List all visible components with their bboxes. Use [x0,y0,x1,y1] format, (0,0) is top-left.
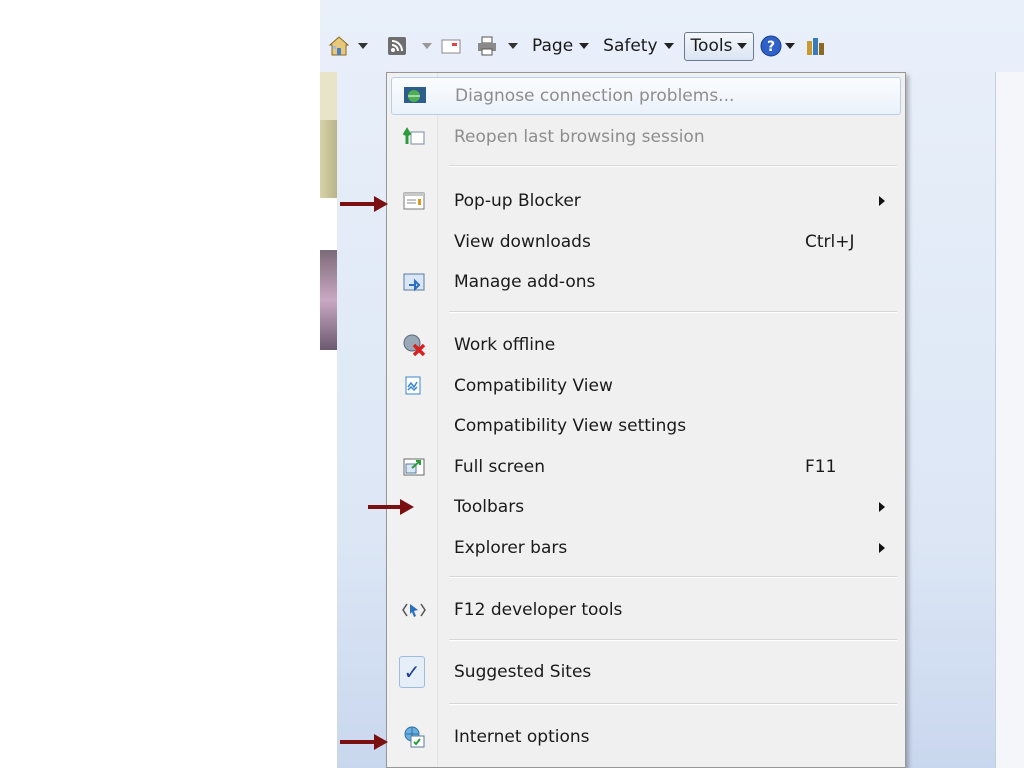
checkmark-icon: ✓ [399,656,425,688]
chevron-down-icon [579,43,590,49]
safety-menu-label: Safety [603,36,658,56]
menu-item-label: View downloads [454,232,591,252]
page-blank [320,198,337,250]
menu-item-shortcut: F11 [805,457,837,477]
reopen-icon [401,124,427,150]
command-bar: Page Safety Tools ? [320,20,1024,72]
menu-item-reopen-session[interactable]: Reopen last browsing session [391,118,899,156]
menu-item-work-offline[interactable]: Work offline [391,326,899,364]
annotation-arrow [368,499,414,515]
internet-options-icon [401,724,427,750]
menu-item-compatibility-settings[interactable]: Compatibility View settings [391,407,899,445]
annotation-arrow [340,196,388,212]
menu-separator [449,165,897,167]
diagnose-icon [402,83,428,109]
menu-item-popup-blocker[interactable]: Pop-up Blocker [391,182,899,220]
home-icon[interactable] [328,35,350,57]
tools-menu-button[interactable]: Tools [683,31,755,61]
menu-separator [449,703,897,705]
menu-item-developer-tools[interactable]: F12 developer tools [391,591,899,629]
popup-blocker-icon [401,188,427,214]
menu-separator [449,639,897,641]
page-menu-label: Page [532,36,574,56]
print-icon[interactable] [476,35,498,57]
menu-item-label: Diagnose connection problems... [455,86,735,106]
menu-item-label: Work offline [454,335,556,355]
menu-item-label: Compatibility View settings [454,416,687,436]
menu-separator [449,576,897,578]
menu-separator [449,311,897,313]
menu-item-label: Explorer bars [454,538,568,558]
page-image-fragment [320,120,337,198]
menu-item-full-screen[interactable]: Full screen F11 [391,448,899,486]
addons-icon [401,269,427,295]
menu-item-compatibility-view[interactable]: Compatibility View [391,367,899,405]
menu-item-suggested-sites[interactable]: ✓ Suggested Sites [391,653,899,691]
page-menu-button[interactable]: Page [532,36,590,56]
menu-item-shortcut: Ctrl+J [805,232,855,252]
fullscreen-icon [401,454,427,480]
feeds-icon[interactable] [386,35,408,57]
menu-item-diagnose-connection[interactable]: Diagnose connection problems... [391,77,901,115]
submenu-arrow-icon [879,502,885,512]
menu-item-manage-addons[interactable]: Manage add-ons [391,263,899,301]
print-dropdown-arrow[interactable] [508,43,518,49]
menu-item-view-downloads[interactable]: View downloads Ctrl+J [391,223,899,261]
scrollbar[interactable] [995,72,1024,768]
tools-menu-label: Tools [690,35,733,56]
developer-tools-icon [401,597,427,623]
page-image-fragment [320,250,337,350]
safety-menu-button[interactable]: Safety [603,36,674,56]
page-blank [320,350,337,768]
menu-item-label: Internet options [454,727,590,747]
feeds-dropdown-arrow[interactable] [422,43,432,49]
menu-item-toolbars[interactable]: Toolbars [391,488,899,526]
page-image-fragment [320,72,337,120]
submenu-arrow-icon [879,196,885,206]
menu-item-internet-options[interactable]: Internet options [391,718,899,756]
read-mail-icon[interactable] [440,35,462,57]
menu-item-label: Suggested Sites [454,662,592,682]
menu-item-label: Full screen [454,457,545,477]
help-dropdown-arrow[interactable] [785,43,796,49]
chevron-down-icon [737,42,748,49]
menu-item-explorer-bars[interactable]: Explorer bars [391,529,899,567]
menu-item-label: Reopen last browsing session [454,127,705,147]
help-icon[interactable]: ? [760,35,782,57]
menu-item-label: Compatibility View [454,376,613,396]
menu-item-label: Pop-up Blocker [454,191,581,211]
compatibility-icon [401,373,427,399]
work-offline-icon [401,332,427,358]
svg-text:?: ? [767,39,775,55]
home-dropdown-arrow[interactable] [358,43,368,49]
submenu-arrow-icon [879,543,885,553]
annotation-arrow [340,734,388,750]
menu-item-label: Manage add-ons [454,272,596,292]
menu-item-label: Toolbars [454,497,525,517]
menu-item-label: F12 developer tools [454,600,623,620]
tools-menu: Diagnose connection problems... Reopen l… [386,72,906,768]
research-icon[interactable] [805,35,827,57]
chevron-down-icon [663,43,674,49]
